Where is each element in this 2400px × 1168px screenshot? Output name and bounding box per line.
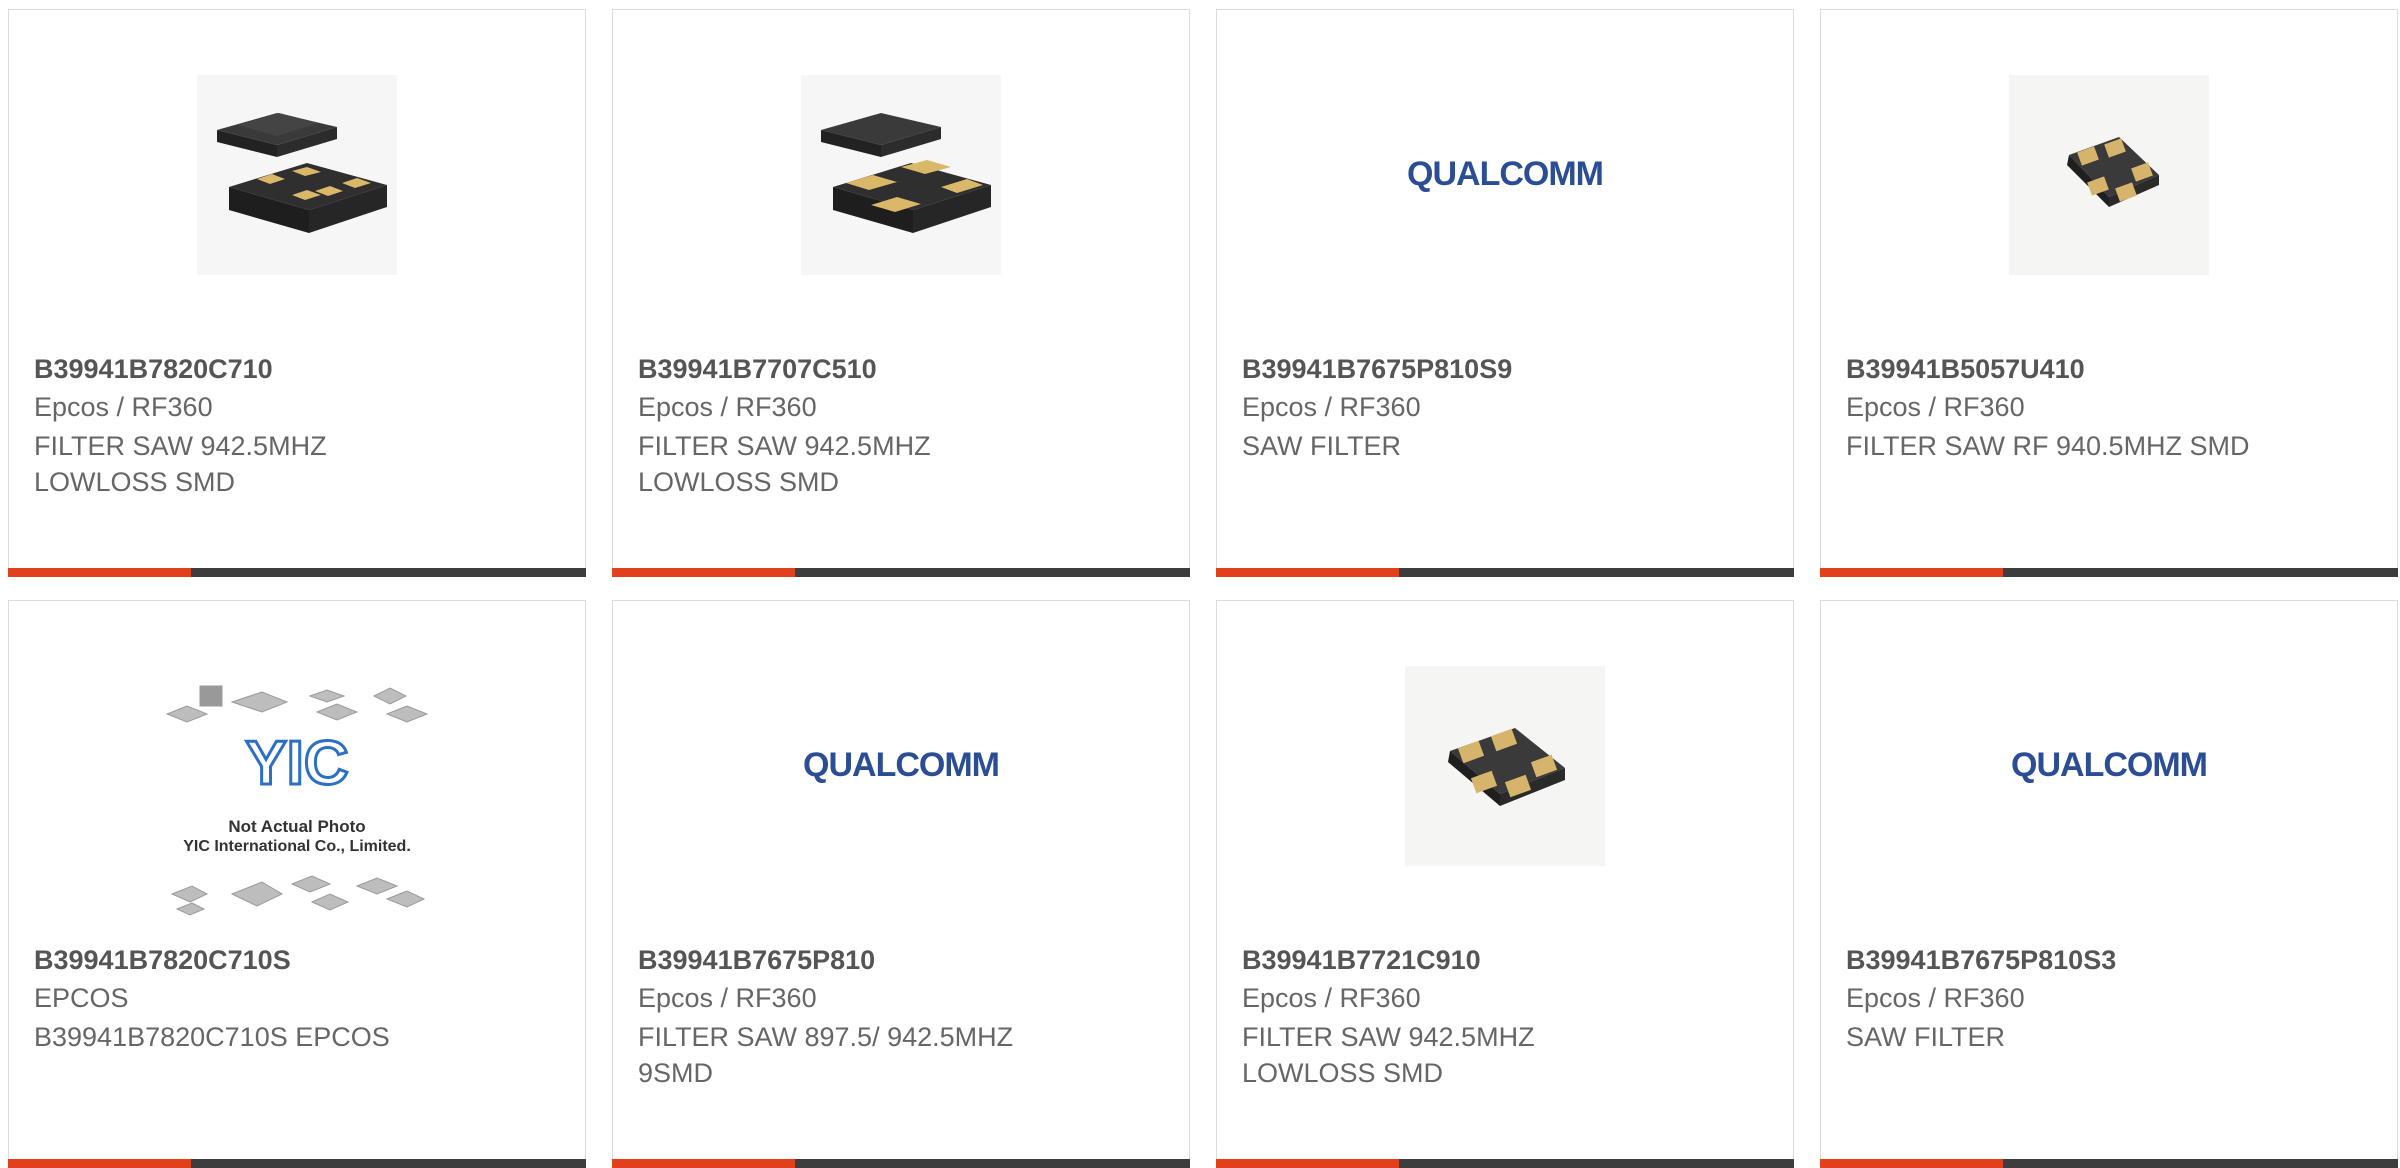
part-number[interactable]: B39941B7820C710S bbox=[34, 945, 291, 976]
smd-chip-icon bbox=[1405, 666, 1605, 866]
saw-package-icon bbox=[197, 75, 397, 275]
product-grid: B39941B7820C710 Epcos / RF360 FILTER SAW… bbox=[8, 9, 2400, 1168]
accent-bar bbox=[1820, 568, 2003, 577]
card-footer-bar bbox=[612, 1159, 1190, 1168]
part-number[interactable]: B39941B7707C510 bbox=[638, 354, 877, 385]
card-footer-bar bbox=[1216, 1159, 1794, 1168]
card-footer-bar bbox=[612, 568, 1190, 577]
manufacturer: Epcos / RF360 bbox=[1242, 392, 1421, 422]
not-actual-photo-placeholder: YIC Not Actual Photo YIC International C… bbox=[165, 685, 429, 916]
product-card[interactable]: B39941B7721C910 Epcos / RF360 FILTER SAW… bbox=[1216, 600, 1794, 1168]
part-number[interactable]: B39941B7675P810 bbox=[638, 945, 875, 976]
accent-bar bbox=[8, 1159, 191, 1168]
product-image[interactable] bbox=[1217, 641, 1793, 891]
product-image[interactable] bbox=[1821, 50, 2397, 300]
manufacturer: Epcos / RF360 bbox=[1846, 983, 2025, 1013]
product-image[interactable] bbox=[613, 50, 1189, 300]
part-number[interactable]: B39941B7721C910 bbox=[1242, 945, 1481, 976]
product-card[interactable]: QUALCOMM B39941B7675P810S3 Epcos / RF360… bbox=[1820, 600, 2398, 1168]
card-footer-bar bbox=[1216, 568, 1794, 577]
accent-bar bbox=[612, 1159, 795, 1168]
logo-text: QUALCOMM bbox=[1407, 155, 1603, 193]
manufacturer: Epcos / RF360 bbox=[1846, 392, 2025, 422]
card-footer-bar bbox=[8, 1159, 586, 1168]
accent-bar bbox=[612, 568, 795, 577]
card-footer-bar bbox=[1820, 1159, 2398, 1168]
logo-text: QUALCOMM bbox=[803, 746, 999, 784]
accent-bar bbox=[1820, 1159, 2003, 1168]
qualcomm-logo: QUALCOMM bbox=[1407, 155, 1604, 193]
product-card[interactable]: QUALCOMM B39941B7675P810S9 Epcos / RF360… bbox=[1216, 9, 1794, 577]
product-card[interactable]: YIC Not Actual Photo YIC International C… bbox=[8, 600, 586, 1168]
product-image[interactable] bbox=[9, 50, 585, 300]
description: FILTER SAW 897.5/ 942.5MHZ 9SMD bbox=[638, 1022, 1014, 1088]
product-image[interactable]: QUALCOMM bbox=[613, 641, 1189, 891]
card-footer-bar bbox=[8, 568, 586, 577]
manufacturer: Epcos / RF360 bbox=[1242, 983, 1421, 1013]
product-card[interactable]: B39941B7820C710 Epcos / RF360 FILTER SAW… bbox=[8, 9, 586, 577]
description: FILTER SAW 942.5MHZ LOWLOSS SMD bbox=[1242, 1022, 1535, 1088]
manufacturer: Epcos / RF360 bbox=[34, 392, 213, 422]
product-card[interactable]: QUALCOMM B39941B7675P810 Epcos / RF360 F… bbox=[612, 600, 1190, 1168]
manufacturer: Epcos / RF360 bbox=[638, 392, 817, 422]
description: B39941B7820C710S EPCOS bbox=[34, 1022, 390, 1052]
product-card[interactable]: B39941B7707C510 Epcos / RF360 FILTER SAW… bbox=[612, 9, 1190, 577]
qualcomm-logo: QUALCOMM bbox=[2011, 746, 2208, 784]
accent-bar bbox=[1216, 1159, 1399, 1168]
manufacturer: Epcos / RF360 bbox=[638, 983, 817, 1013]
qualcomm-logo: QUALCOMM bbox=[803, 746, 1000, 784]
description: FILTER SAW RF 940.5MHZ SMD bbox=[1846, 431, 2250, 461]
logo-text: QUALCOMM bbox=[2011, 746, 2207, 784]
placeholder-line2: YIC International Co., Limited. bbox=[183, 838, 411, 855]
product-image[interactable]: QUALCOMM bbox=[1821, 641, 2397, 891]
description: SAW FILTER bbox=[1242, 431, 1402, 461]
part-number[interactable]: B39941B7675P810S9 bbox=[1242, 354, 1512, 385]
product-card[interactable]: B39941B5057U410 Epcos / RF360 FILTER SAW… bbox=[1820, 9, 2398, 577]
accent-bar bbox=[8, 568, 191, 577]
manufacturer: EPCOS bbox=[34, 983, 129, 1013]
description: FILTER SAW 942.5MHZ LOWLOSS SMD bbox=[638, 431, 931, 497]
description: FILTER SAW 942.5MHZ LOWLOSS SMD bbox=[34, 431, 327, 497]
part-number[interactable]: B39941B5057U410 bbox=[1846, 354, 2085, 385]
accent-bar bbox=[1216, 568, 1399, 577]
description: SAW FILTER bbox=[1846, 1022, 2006, 1052]
product-image[interactable]: YIC Not Actual Photo YIC International C… bbox=[9, 679, 585, 929]
product-image[interactable]: QUALCOMM bbox=[1217, 50, 1793, 300]
placeholder-line1: Not Actual Photo bbox=[228, 817, 365, 836]
part-number[interactable]: B39941B7675P810S3 bbox=[1846, 945, 2116, 976]
smd-chip-icon bbox=[2009, 75, 2209, 275]
part-number[interactable]: B39941B7820C710 bbox=[34, 354, 273, 385]
saw-package-icon bbox=[801, 75, 1001, 275]
yic-brand: YIC bbox=[245, 729, 348, 798]
card-footer-bar bbox=[1820, 568, 2398, 577]
